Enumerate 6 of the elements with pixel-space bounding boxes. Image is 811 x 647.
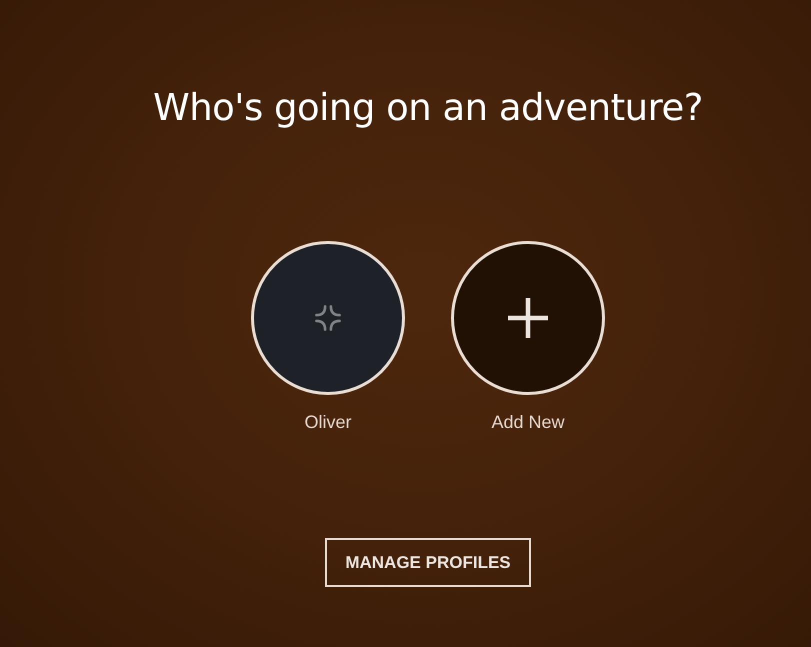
profile-name: Add New <box>491 411 565 434</box>
profile-name: Oliver <box>304 411 352 434</box>
page-heading: Who's going on an adventure? <box>153 85 703 131</box>
manage-profiles-button[interactable]: MANAGE PROFILES <box>325 538 531 587</box>
plus-icon <box>508 298 548 338</box>
anger-symbol-icon <box>315 305 341 331</box>
